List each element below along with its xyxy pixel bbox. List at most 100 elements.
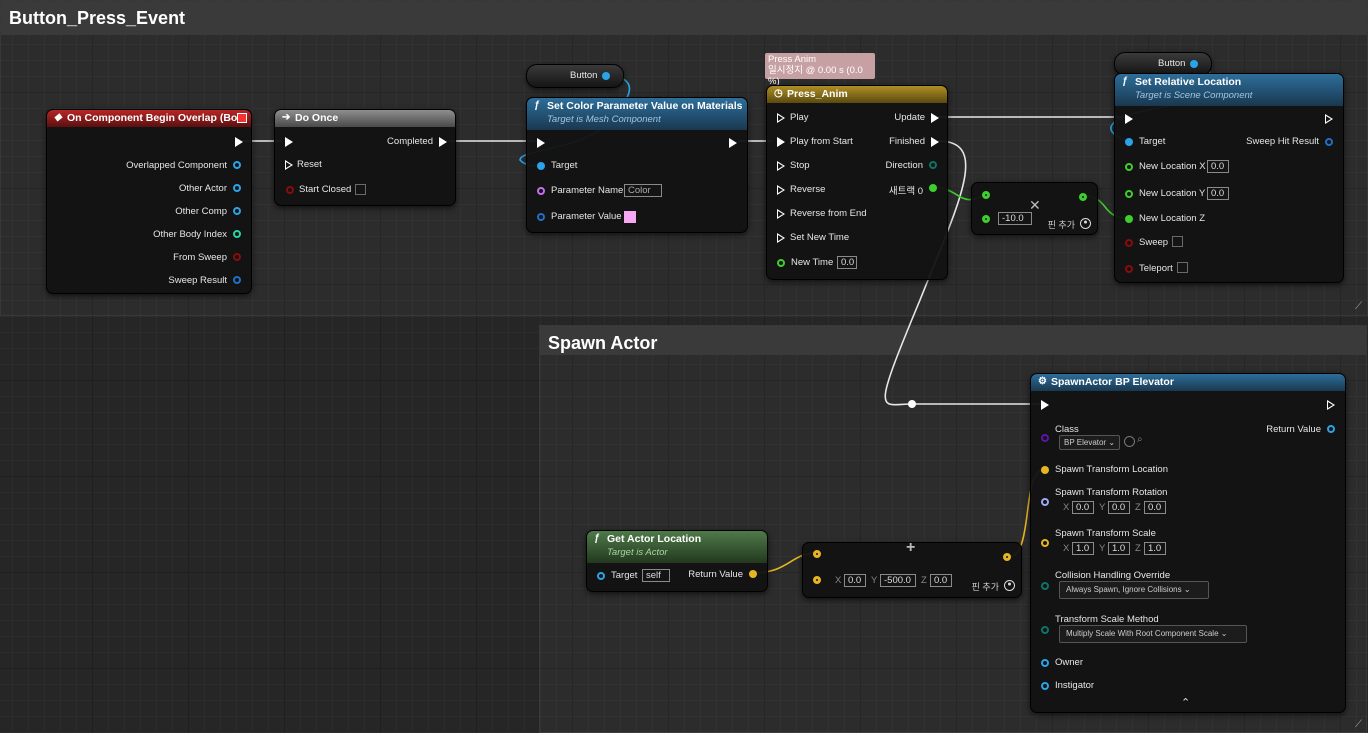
set-relative-location-node[interactable]: ƒ Set Relative Location Target is Scene … xyxy=(1114,73,1344,283)
update-exec-pin[interactable] xyxy=(931,113,939,123)
float-pin[interactable] xyxy=(1125,215,1133,223)
node-header[interactable]: ⚙ SpawnActor BP Elevator xyxy=(1031,374,1345,391)
object-pin[interactable] xyxy=(1327,425,1335,433)
node-header[interactable]: ƒ Set Color Parameter Value on Materials… xyxy=(527,98,747,130)
play-exec-pin[interactable] xyxy=(777,113,785,123)
resize-grip-icon[interactable]: ⟋ xyxy=(1355,719,1362,730)
search-icon[interactable]: ⌕ xyxy=(1137,434,1143,445)
new-location-y-input[interactable]: 0.0 xyxy=(1207,187,1229,200)
scale-method-dropdown[interactable]: Multiply Scale With Root Component Scale… xyxy=(1059,625,1247,643)
object-pin[interactable] xyxy=(1190,60,1198,68)
float-pin[interactable] xyxy=(929,184,937,192)
bool-pin[interactable] xyxy=(1125,265,1133,273)
new-location-x-input[interactable]: 0.0 xyxy=(1207,160,1229,173)
resize-grip-icon[interactable]: ⟋ xyxy=(1355,301,1362,312)
vector-x-input[interactable]: 0.0 xyxy=(844,574,866,587)
vector-output-pin[interactable] xyxy=(1003,553,1011,561)
get-actor-location-node[interactable]: ƒ Get Actor Location Target is Actor Tar… xyxy=(586,530,768,592)
float-output-pin[interactable] xyxy=(1079,193,1087,201)
object-pin[interactable] xyxy=(233,207,241,215)
reverse-exec-pin[interactable] xyxy=(777,185,785,195)
vector-y-input[interactable]: -500.0 xyxy=(880,574,916,587)
bool-pin[interactable] xyxy=(233,253,241,261)
object-pin[interactable] xyxy=(1041,682,1049,690)
node-header[interactable]: ƒ Set Relative Location Target is Scene … xyxy=(1115,74,1343,106)
object-pin[interactable] xyxy=(233,184,241,192)
object-pin[interactable] xyxy=(1041,659,1049,667)
rotation-z-input[interactable]: 0.0 xyxy=(1144,501,1166,514)
vector-pin[interactable] xyxy=(749,570,757,578)
class-pin[interactable] xyxy=(1041,434,1049,442)
node-header[interactable]: ƒ Get Actor Location Target is Actor xyxy=(587,531,767,563)
sweep-checkbox[interactable] xyxy=(1172,236,1183,247)
float-pin[interactable] xyxy=(1125,163,1133,171)
add-pin-icon[interactable]: ● xyxy=(1080,218,1091,229)
exec-in-pin[interactable] xyxy=(1125,114,1133,124)
button-variable-node[interactable]: Button xyxy=(526,64,624,88)
scale-x-input[interactable]: 1.0 xyxy=(1072,542,1094,555)
exec-in-pin[interactable] xyxy=(285,137,293,147)
multiplier-input[interactable]: -10.0 xyxy=(998,212,1032,225)
enum-pin[interactable] xyxy=(1041,626,1049,634)
exec-out-pin[interactable] xyxy=(729,138,737,148)
press-anim-timeline-node[interactable]: ◷ Press_Anim Play Play from Start Stop R… xyxy=(766,85,948,280)
vector-pin[interactable] xyxy=(1041,466,1049,474)
exec-out-pin[interactable] xyxy=(235,137,243,147)
parameter-name-input[interactable]: Color xyxy=(624,184,662,197)
class-dropdown[interactable]: BP Elevator ⌄ xyxy=(1059,435,1121,450)
name-pin[interactable] xyxy=(537,187,545,195)
object-pin[interactable] xyxy=(233,161,241,169)
reset-exec-pin[interactable] xyxy=(285,160,293,170)
enum-pin[interactable] xyxy=(1041,582,1049,590)
play-from-start-exec-pin[interactable] xyxy=(777,137,785,147)
add-pin-label[interactable]: 핀 추가 xyxy=(1048,218,1075,231)
comment-title[interactable]: Button_Press_Event xyxy=(1,1,1367,35)
color-swatch[interactable] xyxy=(624,211,636,223)
float-input-pin[interactable] xyxy=(982,191,990,199)
new-time-input[interactable]: 0.0 xyxy=(837,256,857,269)
spawn-actor-node[interactable]: ⚙ SpawnActor BP Elevator Class BP Elevat… xyxy=(1030,373,1346,713)
add-pin-icon[interactable]: ● xyxy=(1004,580,1015,591)
vector-input-pin[interactable] xyxy=(813,576,821,584)
vector-add-node[interactable]: X 0.0 Y -500.0 Z 0.0 + 핀 추가 ● xyxy=(802,539,1022,598)
float-pin[interactable] xyxy=(777,259,785,267)
node-header[interactable]: ➔ Do Once xyxy=(275,110,455,127)
on-component-begin-overlap-node[interactable]: ◆ On Component Begin Overlap (Box) Overl… xyxy=(46,109,252,294)
set-color-parameter-node[interactable]: ƒ Set Color Parameter Value on Materials… xyxy=(526,97,748,233)
exec-out-pin[interactable] xyxy=(439,137,447,147)
teleport-checkbox[interactable] xyxy=(1177,262,1188,273)
delegate-pin-icon[interactable] xyxy=(237,113,247,123)
bool-pin[interactable] xyxy=(286,186,294,194)
float-input-pin[interactable] xyxy=(982,215,990,223)
collision-dropdown[interactable]: Always Spawn, Ignore Collisions ⌄ xyxy=(1059,581,1209,599)
stop-exec-pin[interactable] xyxy=(777,161,785,171)
add-pin-label[interactable]: 핀 추가 xyxy=(972,580,999,593)
target-input[interactable]: self xyxy=(642,569,670,582)
set-new-time-exec-pin[interactable] xyxy=(777,233,785,243)
reverse-from-end-exec-pin[interactable] xyxy=(777,209,785,219)
exec-out-pin[interactable] xyxy=(1325,114,1333,124)
object-pin[interactable] xyxy=(597,572,605,580)
browse-icon[interactable] xyxy=(1124,436,1135,447)
exec-in-pin[interactable] xyxy=(1041,400,1049,410)
rotation-x-input[interactable]: 0.0 xyxy=(1072,501,1094,514)
rotation-y-input[interactable]: 0.0 xyxy=(1108,501,1130,514)
enum-pin[interactable] xyxy=(929,161,937,169)
node-header[interactable]: ◷ Press_Anim xyxy=(767,86,947,103)
vector-pin[interactable] xyxy=(1041,539,1049,547)
struct-pin[interactable] xyxy=(233,276,241,284)
exec-out-pin[interactable] xyxy=(1327,400,1335,410)
do-once-node[interactable]: ➔ Do Once Completed Reset Start Closed xyxy=(274,109,456,206)
target-pin[interactable] xyxy=(1125,138,1133,146)
node-header[interactable]: ◆ On Component Begin Overlap (Box) xyxy=(47,110,251,127)
multiply-node[interactable]: -10.0 ✕ 핀 추가 ● xyxy=(971,182,1098,235)
vector-input-pin[interactable] xyxy=(813,550,821,558)
bool-pin[interactable] xyxy=(1125,239,1133,247)
float-pin[interactable] xyxy=(1125,190,1133,198)
object-pin[interactable] xyxy=(602,72,610,80)
collapse-advanced-icon[interactable]: ⌃ xyxy=(1181,696,1190,709)
scale-y-input[interactable]: 1.0 xyxy=(1108,542,1130,555)
comment-title[interactable]: Spawn Actor xyxy=(540,326,1366,355)
rotator-pin[interactable] xyxy=(1041,498,1049,506)
finished-exec-pin[interactable] xyxy=(931,137,939,147)
